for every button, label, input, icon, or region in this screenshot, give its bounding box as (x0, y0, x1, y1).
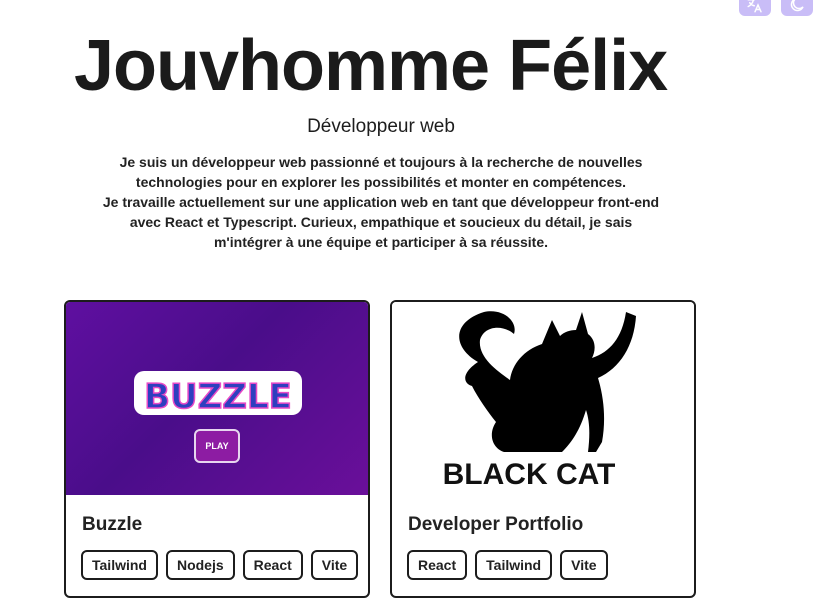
play-button[interactable]: PLAY (194, 429, 240, 463)
tag: Tailwind (81, 550, 158, 580)
theme-toggle-button[interactable] (781, 0, 813, 16)
project-title: Developer Portfolio (408, 514, 584, 535)
translate-button[interactable] (739, 0, 771, 16)
bio-line: avec React et Typescript. Curieux, empat… (129, 214, 633, 230)
bio-line: Je suis un développeur web passionné et … (119, 154, 643, 170)
tag: Vite (560, 550, 608, 580)
bio-text: Je suis un développeur web passionné et … (81, 152, 681, 252)
tag-list: Tailwind Nodejs React Vite (81, 550, 359, 580)
tag: Nodejs (165, 550, 235, 580)
bio-line: m'intégrer à une équipe et participer à … (213, 234, 548, 250)
svg-text:BLACK CAT: BLACK CAT (443, 458, 616, 491)
project-card-buzzle[interactable]: BUZZLE PLAY Buzzle Tailwind Nodejs React… (64, 300, 370, 598)
project-title: Buzzle (82, 514, 143, 535)
black-cat-logo: BLACK CAT (443, 311, 636, 491)
tag: Tailwind (475, 550, 553, 580)
translate-icon (747, 0, 762, 13)
tag: React (407, 550, 468, 580)
bio-line: Je travaille actuellement sur une applic… (102, 194, 660, 210)
project-image-buzzle: BUZZLE PLAY (66, 302, 368, 495)
project-card-portfolio[interactable]: BLACK CAT Developer Portfolio React Tail… (390, 300, 696, 598)
buzzle-logo: BUZZLE (134, 371, 302, 418)
tag: Vite (310, 550, 359, 580)
top-toolbar (739, 0, 813, 16)
page-title: Jouvhomme Félix (74, 26, 668, 106)
svg-text:BUZZLE: BUZZLE (144, 377, 292, 417)
dark-mode-icon (790, 0, 804, 12)
project-image-portfolio: BLACK CAT (392, 302, 694, 495)
page-subtitle: Développeur web (307, 116, 455, 137)
tag-list: React Tailwind Vite (407, 550, 608, 580)
bio-line: technologies pour en explorer les possib… (135, 174, 627, 190)
tag: React (242, 550, 303, 580)
